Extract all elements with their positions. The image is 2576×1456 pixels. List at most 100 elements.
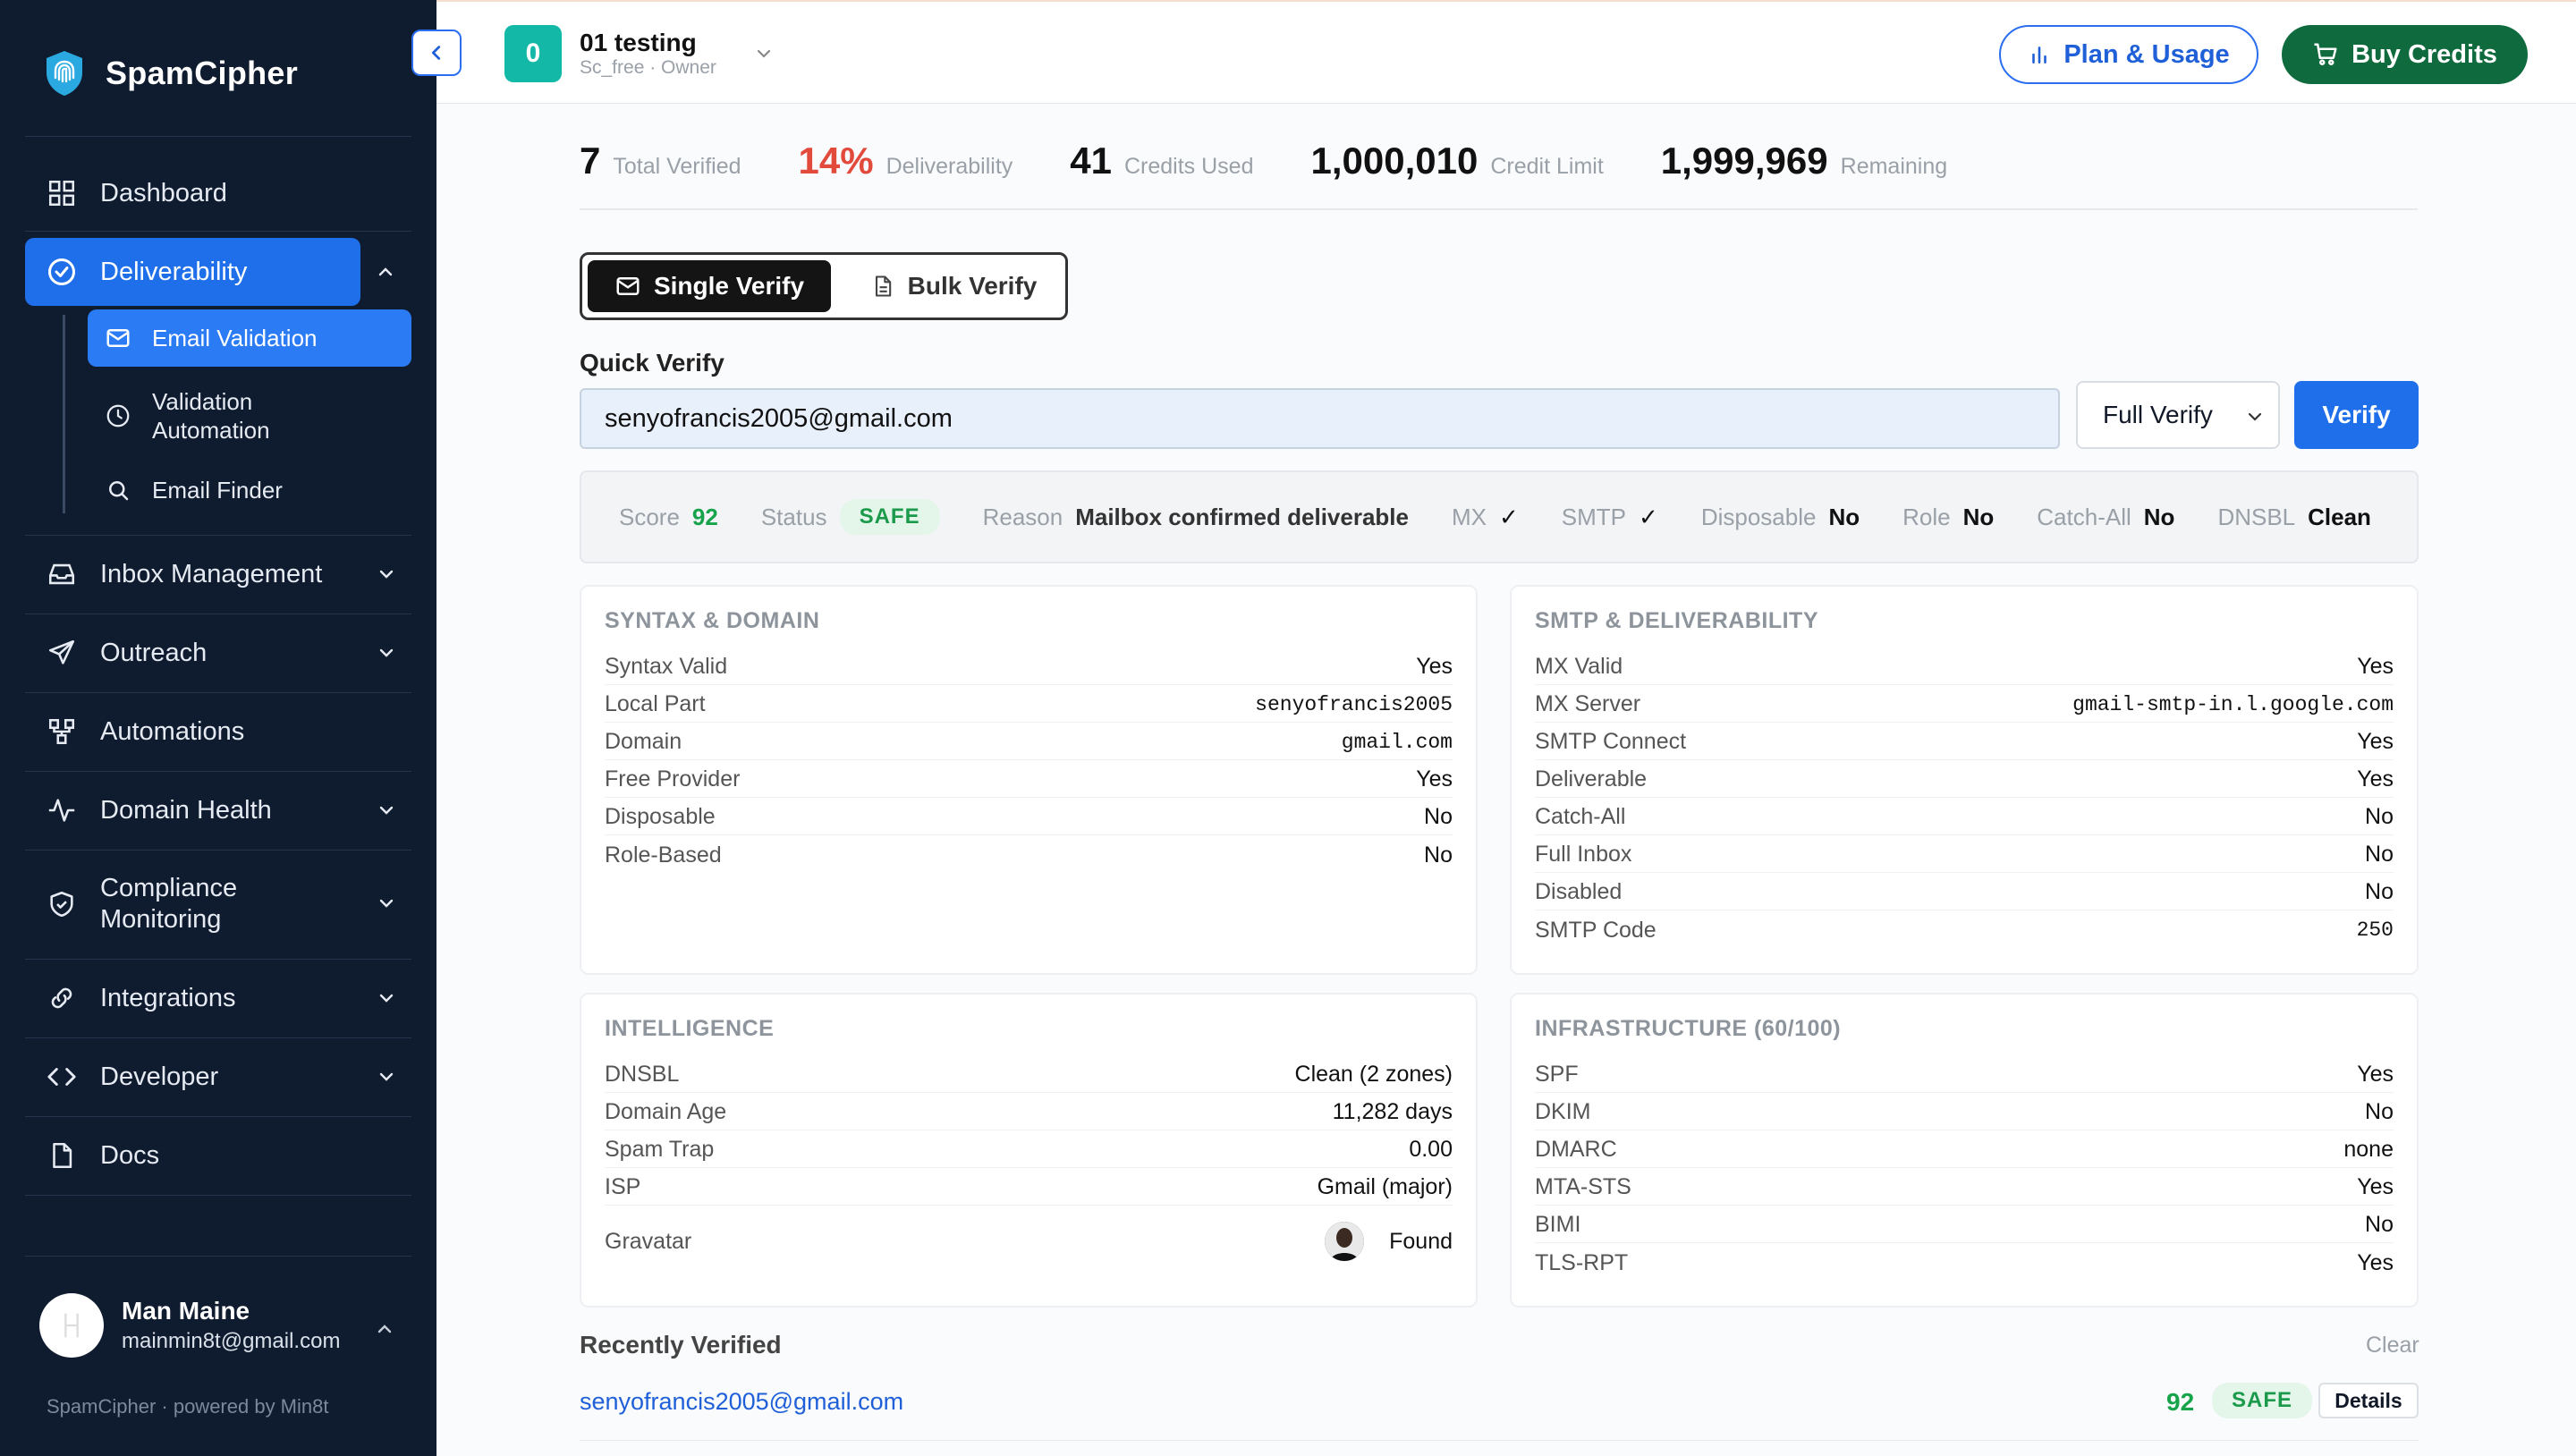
card-title: SMTP & DELIVERABILITY <box>1535 608 1819 633</box>
detail-row: Domain Age 11,282 days <box>605 1095 1453 1130</box>
chevron-down-icon[interactable] <box>376 642 397 664</box>
quick-verify-label: Quick Verify <box>580 349 724 377</box>
chevron-up-icon[interactable] <box>375 261 396 283</box>
sidebar-item-developer[interactable]: Developer <box>25 1043 411 1111</box>
tab-single-verify[interactable]: Single Verify <box>588 260 831 312</box>
chevron-up-icon[interactable] <box>374 1318 395 1340</box>
buy-credits-button[interactable]: Buy Credits <box>2282 25 2528 84</box>
chevron-down-icon <box>2248 412 2262 421</box>
sidebar-subitem-label: Email Validation <box>152 324 318 351</box>
divider <box>25 1256 411 1257</box>
sidebar-item-label: Automations <box>100 716 245 746</box>
sidebar-subitem-email-validation[interactable]: Email Validation <box>88 309 411 367</box>
result-catch-all: Catch-All No <box>2037 503 2175 530</box>
result-disposable: Disposable No <box>1700 503 1860 530</box>
shield-check-icon <box>45 887 79 921</box>
submenu-line <box>63 315 65 513</box>
chevron-down-icon[interactable] <box>376 800 397 821</box>
sidebar-subitem-email-finder[interactable]: Email Finder <box>88 465 411 515</box>
recent-email-link[interactable]: senyofrancis2005@gmail.com <box>580 1388 903 1416</box>
detail-row: Deliverable Yes <box>1535 762 2394 798</box>
sidebar-item-outreach[interactable]: Outreach <box>25 619 411 687</box>
sidebar-item-label: Developer <box>100 1062 219 1091</box>
grid-icon <box>45 176 79 210</box>
detail-row: Catch-All No <box>1535 800 2394 835</box>
clear-history-button[interactable]: Clear <box>2366 1333 2419 1359</box>
sidebar-item-compliance-monitoring[interactable]: Compliance Monitoring <box>25 855 411 953</box>
sidebar-item-deliverability[interactable]: Deliverability <box>25 238 393 306</box>
chevron-down-icon[interactable] <box>376 893 397 914</box>
verify-button[interactable]: Verify <box>2294 381 2419 449</box>
detail-row: Role-Based No <box>605 842 1453 868</box>
workspace-badge[interactable]: 0 <box>504 25 562 82</box>
divider <box>25 1195 411 1196</box>
chevron-down-icon[interactable] <box>376 563 397 585</box>
search-icon <box>104 476 132 504</box>
result-smtp: SMTP ✓ <box>1561 503 1658 530</box>
sidebar-item-label: Outreach <box>100 638 208 667</box>
sidebar-item-label: Docs <box>100 1140 160 1170</box>
status-badge: SAFE <box>2212 1383 2313 1418</box>
sidebar-subitem-validation-automation[interactable]: Validation Automation <box>88 385 411 447</box>
stat-credits-used: 41 Credits Used <box>1070 140 1254 182</box>
detail-row: SPF Yes <box>1535 1057 2394 1093</box>
plan-usage-label: Plan & Usage <box>2063 39 2230 69</box>
details-button[interactable]: Details <box>2318 1383 2419 1418</box>
status-badge: SAFE <box>839 499 940 535</box>
workspace-name[interactable]: 01 testing <box>580 29 697 57</box>
verify-mode-select[interactable]: Full Verify <box>2076 381 2280 449</box>
detail-row: DNSBL Clean (2 zones) <box>605 1057 1453 1093</box>
send-icon <box>45 636 79 670</box>
sidebar-item-docs[interactable]: Docs <box>25 1122 411 1189</box>
detail-row: MTA-STS Yes <box>1535 1170 2394 1206</box>
brand[interactable]: SpamCipher <box>43 47 298 100</box>
avatar <box>39 1293 104 1358</box>
workspace-plan: Sc_free · Owner <box>580 57 716 78</box>
result-status: Status SAFE <box>761 499 940 535</box>
detail-row: DMARC none <box>1535 1132 2394 1168</box>
result-role: Role No <box>1902 503 1995 530</box>
detail-row: Domain gmail.com <box>605 724 1453 760</box>
topbar: 0 01 testing Sc_free · Owner Plan & Usag… <box>436 0 2576 104</box>
chevron-left-icon <box>431 46 441 60</box>
activity-icon <box>45 793 79 827</box>
detail-row: Disabled No <box>1535 875 2394 910</box>
code-icon <box>45 1060 79 1094</box>
detail-row: MX Valid Yes <box>1535 649 2394 685</box>
collapse-sidebar-button[interactable] <box>411 30 462 76</box>
stat-deliverability: 14% Deliverability <box>798 140 1013 182</box>
sidebar-item-automations[interactable]: Automations <box>25 698 411 766</box>
detail-row: SMTP Code 250 <box>1535 917 2394 943</box>
recently-verified-title: Recently Verified <box>580 1331 782 1359</box>
detail-row: Spam Trap 0.00 <box>605 1132 1453 1168</box>
result-reason: Reason Mailbox confirmed deliverable <box>982 503 1409 530</box>
sidebar-item-label: Dashboard <box>100 178 227 207</box>
email-input[interactable]: senyofrancis2005@gmail.com <box>580 388 2060 449</box>
chevron-down-icon[interactable] <box>376 1066 397 1088</box>
chevron-down-icon[interactable] <box>376 987 397 1009</box>
divider <box>25 850 411 851</box>
plan-usage-button[interactable]: Plan & Usage <box>1999 25 2258 84</box>
tab-bulk-verify[interactable]: Bulk Verify <box>851 260 1056 312</box>
verify-mode-tabs: Single Verify Bulk Verify <box>580 252 1068 320</box>
gravatar-avatar <box>1325 1222 1365 1261</box>
divider <box>25 535 411 536</box>
stats-bar: 7 Total Verified 14% Deliverability 41 Cred… <box>580 140 2004 182</box>
buy-credits-label: Buy Credits <box>2351 39 2497 69</box>
sidebar-item-domain-health[interactable]: Domain Health <box>25 776 411 844</box>
chevron-down-icon[interactable] <box>753 43 775 64</box>
stat-credit-limit: 1,000,010 Credit Limit <box>1310 140 1604 182</box>
divider <box>580 1440 2419 1441</box>
divider <box>25 692 411 693</box>
detail-row: SMTP Connect Yes <box>1535 724 2394 760</box>
detail-row: Local Part senyofrancis2005 <box>605 687 1453 723</box>
divider <box>25 771 411 772</box>
sidebar-item-inbox-management[interactable]: Inbox Management <box>25 540 411 608</box>
file-text-icon <box>875 275 891 297</box>
sidebar-item-dashboard[interactable]: Dashboard <box>25 159 411 227</box>
user-profile[interactable]: Man Maine mainmin8t@gmail.com <box>39 1293 340 1358</box>
sidebar-subitem-label: Email Finder <box>152 476 283 504</box>
sidebar-item-integrations[interactable]: Integrations <box>25 964 411 1032</box>
detail-row: ISP Gmail (major) <box>605 1170 1453 1206</box>
app: SpamCipher Dashboard Deliverability Emai <box>0 0 2576 1456</box>
